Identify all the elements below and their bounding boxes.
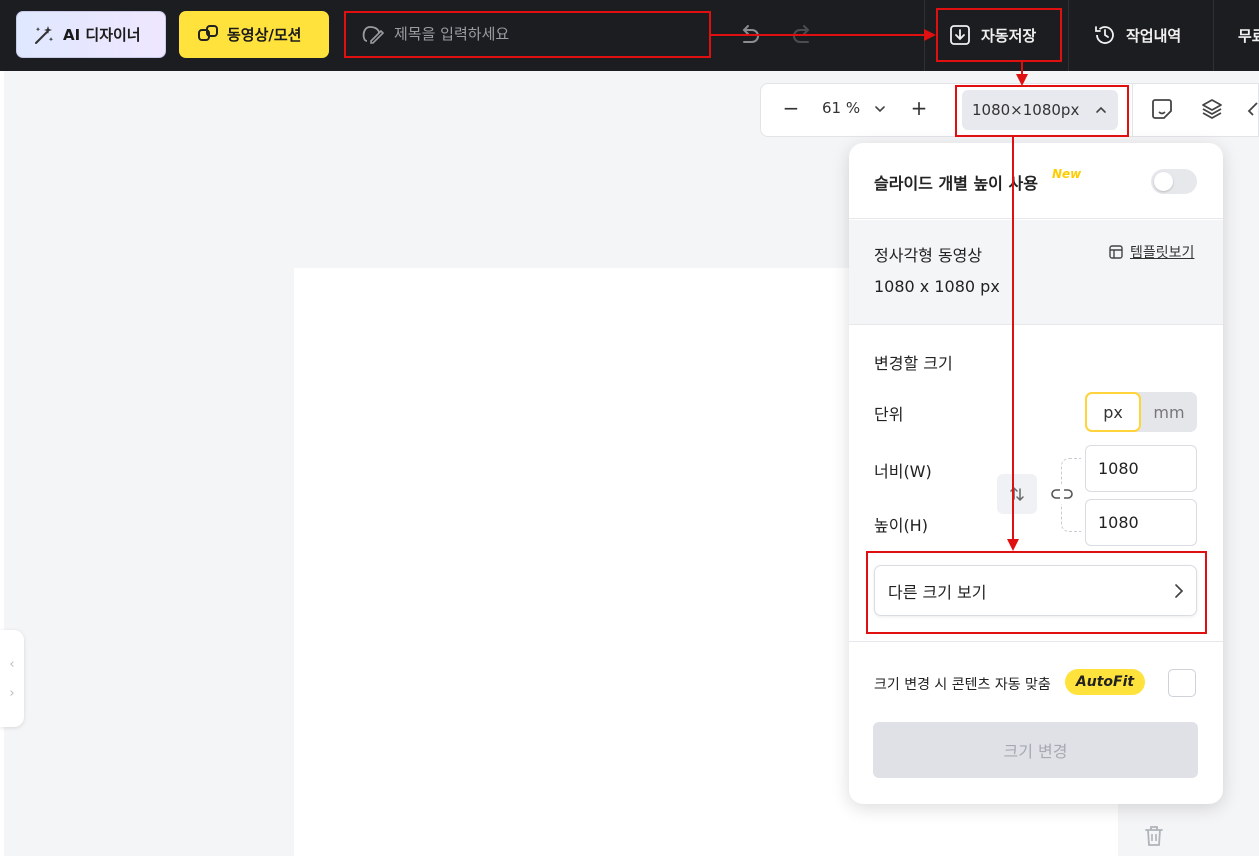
free-label: 무료 [1238,26,1259,45]
slide-height-label: 슬라이드 개별 높이 사용 [874,174,1038,193]
autosave-label: 자동저장 [981,26,1037,45]
other-sizes-label: 다른 크기 보기 [888,582,987,602]
sticker-icon[interactable] [1150,97,1174,121]
layers-icon[interactable] [1200,97,1224,121]
current-format-name: 정사각형 동영상 [874,246,983,265]
autofit-label: 크기 변경 시 콘텐츠 자동 맞춤 [874,677,1051,693]
zoom-in-button[interactable]: + [908,97,930,121]
height-label: 높이(H) [874,516,928,535]
chevron-up-icon [1096,106,1106,113]
toolbar-divider [1068,0,1069,71]
redo-icon[interactable] [789,22,815,48]
zoom-out-button[interactable]: − [780,97,802,121]
autosave-button[interactable]: 자동저장 [937,10,1061,60]
unit-label: 단위 [874,405,904,424]
new-badge: New [1052,167,1082,181]
ai-designer-button[interactable]: AI 디자이너 [16,11,166,58]
edit-icon [362,26,384,44]
template-icon [1109,245,1123,259]
zoom-value[interactable]: 61 % [822,99,860,117]
unit-selector: px mm [1085,392,1197,432]
swap-icon [1010,486,1024,502]
video-motion-button[interactable]: 동영상/모션 [179,11,329,58]
lock-ratio-button[interactable] [1050,484,1074,504]
magic-wand-icon [35,25,54,44]
video-link-icon [198,24,218,41]
title-input[interactable] [394,25,694,43]
current-format-size: 1080 x 1080 px [874,277,1000,296]
apply-resize-button[interactable]: 크기 변경 [873,722,1198,778]
eraser-icon[interactable] [1247,97,1259,121]
chevron-right-icon [1175,584,1184,598]
slide-height-toggle[interactable] [1151,169,1197,194]
link-icon [1051,489,1073,499]
history-button[interactable]: 작업내역 [1093,10,1203,60]
sidebar-toggle[interactable]: ‹ › [0,630,24,727]
width-label: 너비(W) [874,462,932,481]
resize-title: 변경할 크기 [874,354,953,373]
panel-divider [849,641,1223,642]
slide-height-row: 슬라이드 개별 높이 사용 New [849,143,1223,219]
autofit-badge: AutoFit [1065,669,1145,695]
current-size-section: 정사각형 동영상 1080 x 1080 px 템플릿보기 [849,220,1223,325]
template-link[interactable]: 템플릿보기 [1108,242,1194,262]
undo-icon[interactable] [737,22,763,48]
unit-mm-option[interactable]: mm [1141,392,1197,432]
autofit-checkbox[interactable] [1168,669,1196,697]
width-input[interactable] [1085,445,1197,492]
video-motion-label: 동영상/모션 [227,26,302,44]
canvas-size-label: 1080×1080px [972,101,1080,119]
ai-designer-label: AI 디자이너 [63,26,141,44]
height-input[interactable] [1085,499,1197,546]
unit-px-option[interactable]: px [1085,392,1141,432]
toolbar-divider [924,0,925,71]
chevron-down-icon[interactable] [872,101,888,117]
history-icon [1095,26,1114,44]
history-label: 작업내역 [1126,26,1182,45]
toolbar-divider [1213,0,1214,71]
top-toolbar: AI 디자이너 동영상/모션 자동저장 [0,0,1259,71]
title-field[interactable] [346,12,709,56]
resize-panel: 슬라이드 개별 높이 사용 New 정사각형 동영상 1080 x 1080 p… [849,143,1223,804]
free-button[interactable]: 무료 [1238,10,1259,60]
chevron-left-icon: ‹ [9,656,15,672]
canvas-size-button[interactable]: 1080×1080px [962,90,1118,130]
left-edge [0,71,4,856]
template-link-label: 템플릿보기 [1130,245,1195,261]
toggle-knob [1154,172,1173,191]
chevron-right-icon: › [9,685,15,701]
other-sizes-button[interactable]: 다른 크기 보기 [874,565,1197,616]
save-icon [950,25,970,45]
swap-dimensions-button[interactable] [997,474,1037,514]
trash-icon[interactable] [1143,824,1165,848]
